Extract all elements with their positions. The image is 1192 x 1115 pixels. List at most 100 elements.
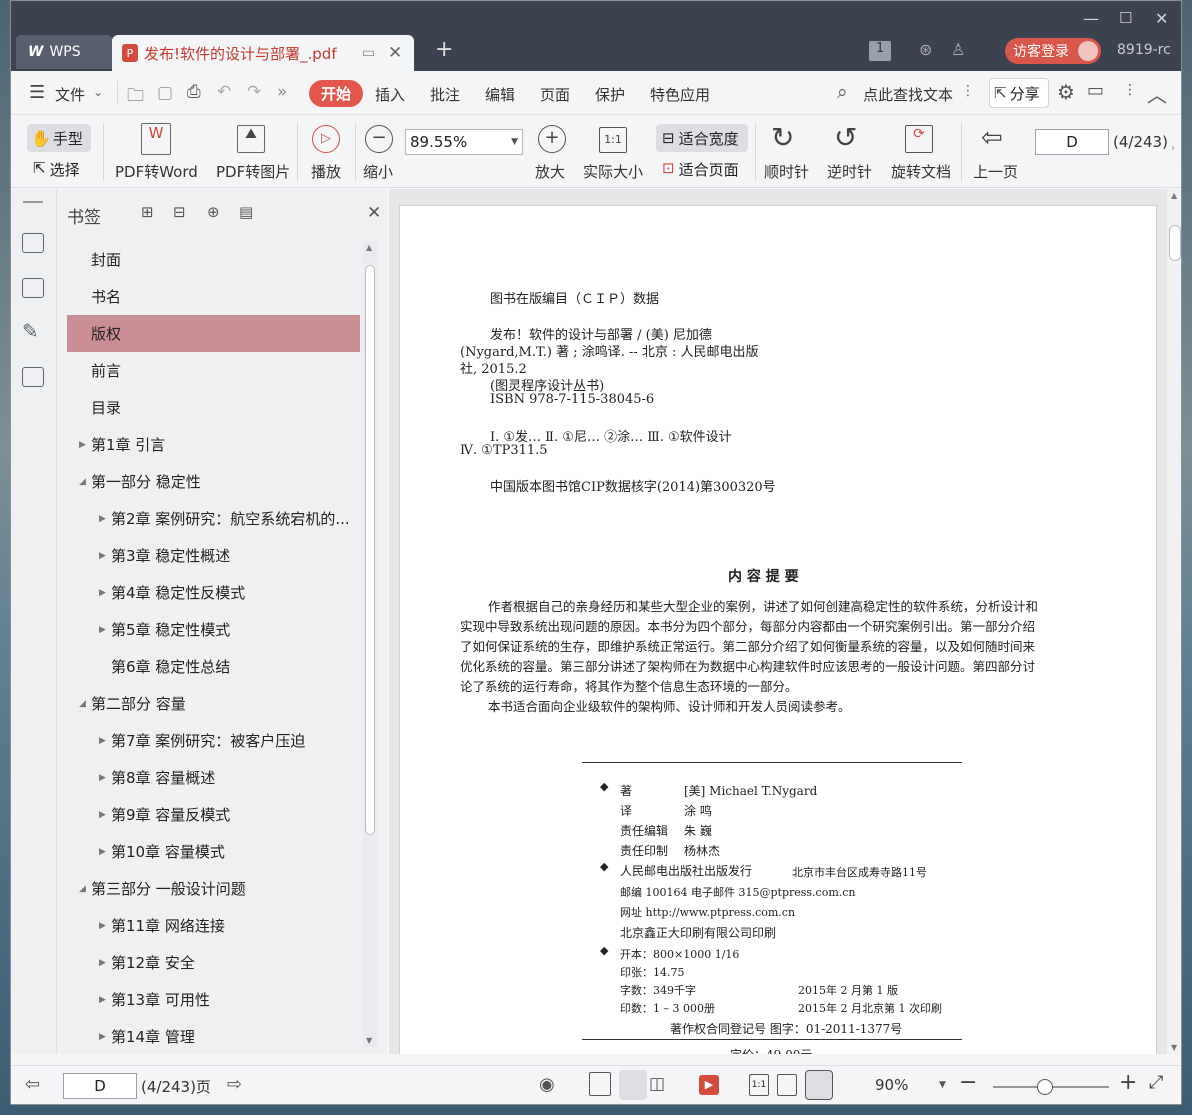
status-next-page-icon[interactable]: ⇨ (227, 1074, 242, 1095)
collapsed-arrow-icon[interactable]: ▶ (99, 847, 111, 857)
zoom-out-icon[interactable]: − (365, 125, 393, 153)
collapsed-arrow-icon[interactable]: ▶ (99, 921, 111, 931)
collapsed-arrow-icon[interactable]: ▶ (99, 551, 111, 561)
bookmark-item[interactable]: 目录 (67, 389, 360, 426)
document-scroll-thumb[interactable] (1169, 225, 1181, 261)
bookmark-item[interactable]: ▶ 第12章 安全 (67, 944, 360, 981)
bookmark-item[interactable]: ▶ 第8章 容量概述 (67, 759, 360, 796)
page-count-badge[interactable]: 1 (869, 41, 891, 61)
more-vertical-icon[interactable]: ⋮ (961, 83, 975, 99)
bookmark-scrollbar[interactable]: ▲ ▼ (363, 241, 377, 1047)
settings-gear-icon[interactable]: ⚙ (1057, 80, 1075, 104)
menu-edit[interactable]: 编辑 (485, 84, 515, 105)
bookmark-item[interactable]: ▶ 第4章 稳定性反模式 (67, 574, 360, 611)
bookmark-item[interactable]: ▶ 第13章 可用性 (67, 981, 360, 1018)
collapsed-arrow-icon[interactable]: ▶ (99, 810, 111, 820)
theme-icon[interactable]: ⊛ (919, 40, 932, 59)
two-page-icon[interactable]: ◫ (649, 1074, 665, 1094)
document-scrollbar[interactable]: ▲ ▼ (1167, 189, 1181, 1054)
status-zoom-in-icon[interactable]: + (1119, 1070, 1137, 1095)
menu-special[interactable]: 特色应用 (650, 84, 710, 105)
menu-start[interactable]: 开始 (309, 80, 364, 107)
play-slideshow-icon[interactable]: ▶ (699, 1075, 719, 1095)
bookmark-item[interactable]: 封面 (67, 241, 360, 278)
new-tab-icon[interactable]: + (435, 37, 453, 62)
pdf-to-word-icon[interactable]: W (141, 123, 171, 155)
outline-icon[interactable] (22, 233, 44, 253)
pdf-to-word-button[interactable]: PDF转Word (115, 161, 198, 182)
bookmark-item[interactable]: ▶ 第3章 稳定性概述 (67, 537, 360, 574)
tab-wps-home[interactable]: W WPS (16, 35, 112, 69)
collapsed-arrow-icon[interactable]: ▶ (99, 625, 111, 635)
zoom-slider[interactable] (993, 1079, 1109, 1095)
expanded-arrow-icon[interactable]: ◢ (79, 699, 91, 709)
bookmark-scroll-thumb[interactable] (365, 265, 375, 835)
minimize-icon[interactable]: — (1083, 9, 1099, 28)
menu-file[interactable]: 文件 (55, 84, 85, 105)
scroll-up-icon[interactable]: ▲ (366, 243, 372, 252)
collapse-ribbon-icon[interactable]: ︿ (1147, 79, 1167, 108)
bookmark-item[interactable]: 前言 (67, 352, 360, 389)
collapsed-arrow-icon[interactable]: ▶ (99, 588, 111, 598)
bookmark-item[interactable]: ◢ 第一部分 稳定性 (67, 463, 360, 500)
actual-size-icon[interactable]: 1:1 (599, 127, 627, 153)
expanded-arrow-icon[interactable]: ◢ (79, 884, 91, 894)
continuous-page-icon[interactable] (619, 1070, 647, 1100)
expanded-arrow-icon[interactable]: ◢ (79, 477, 91, 487)
zoom-slider-knob[interactable] (1037, 1079, 1054, 1095)
bookmark-item[interactable]: ▶ 第2章 案例研究：航空系统宕机的... (67, 500, 360, 537)
bookmark-item[interactable]: ◢ 第三部分 一般设计问题 (67, 870, 360, 907)
collapsed-arrow-icon[interactable]: ▶ (99, 514, 111, 524)
thumbnail-icon[interactable] (22, 278, 44, 298)
pdf-to-image-button[interactable]: PDF转图片 (216, 161, 290, 182)
bookmark-item[interactable]: ▶ 第1章 引言 (67, 426, 360, 463)
rotate-clockwise-icon[interactable]: ↻ (771, 121, 794, 154)
tab-preview-icon[interactable]: ▭ (362, 45, 375, 61)
play-icon[interactable]: ▷ (312, 125, 340, 153)
close-window-icon[interactable]: ✕ (1155, 9, 1168, 28)
status-zoom-out-icon[interactable]: − (959, 1070, 977, 1095)
menu-insert[interactable]: 插入 (375, 84, 405, 105)
share-button[interactable]: ⇱ 分享 (989, 78, 1049, 108)
toolbar-scroll-right-icon[interactable]: › (1171, 143, 1175, 154)
fit-width-button[interactable]: ⊟ 适合宽度 (656, 124, 748, 152)
bookmark-item[interactable]: ▶ 第9章 容量反模式 (67, 796, 360, 833)
bookmark-item[interactable]: 书名 (67, 278, 360, 315)
collapsed-arrow-icon[interactable]: ▶ (79, 440, 91, 450)
tab-close-icon[interactable]: ✕ (388, 43, 402, 63)
fit-width-status-icon[interactable] (805, 1070, 833, 1100)
add-bookmark-icon[interactable]: ⊕ (207, 203, 220, 221)
collapsed-arrow-icon[interactable]: ▶ (99, 736, 111, 746)
collapsed-arrow-icon[interactable]: ▶ (99, 1032, 111, 1042)
rotate-clockwise-button[interactable]: 顺时针 (764, 161, 809, 182)
fullscreen-icon[interactable]: ⤢ (1149, 1072, 1163, 1093)
comment-icon[interactable]: ▭ (1087, 80, 1104, 101)
actual-size-status-icon[interactable]: 1:1 (749, 1074, 769, 1096)
undo-icon[interactable]: ↶ (217, 82, 231, 102)
status-zoom-value[interactable]: 90% (875, 1076, 908, 1094)
previous-page-button[interactable]: 上一页 (973, 161, 1018, 182)
redo-icon[interactable]: ↷ (247, 82, 261, 102)
select-tool-button[interactable]: ⇱ 选择 (33, 159, 80, 180)
actual-size-button[interactable]: 实际大小 (583, 161, 643, 182)
bookmark-item[interactable]: ◢ 第二部分 容量 (67, 685, 360, 722)
collapsed-arrow-icon[interactable]: ▶ (99, 773, 111, 783)
play-button[interactable]: 播放 (311, 161, 341, 182)
signature-icon[interactable] (22, 367, 44, 387)
bookmark-settings-icon[interactable]: ▤ (239, 203, 253, 221)
bookmark-item[interactable]: ▶ 第14章 管理 (67, 1018, 360, 1055)
bookmark-item[interactable]: 第6章 稳定性总结 (67, 648, 360, 685)
zoom-out-button[interactable]: 缩小 (363, 161, 393, 182)
skin-icon[interactable]: ♙ (951, 40, 965, 59)
tab-document[interactable]: P 发布!软件的设计与部署_.pdf ▭ ✕ (112, 35, 414, 71)
eye-protection-icon[interactable]: ◉ (539, 1074, 555, 1095)
rotate-counterclockwise-button[interactable]: 逆时针 (827, 161, 872, 182)
overflow-menu-icon[interactable]: ⋮ (1123, 82, 1137, 98)
login-button[interactable]: 访客登录 (1005, 38, 1101, 64)
page-number-input[interactable]: D (1035, 129, 1109, 155)
bookmark-item[interactable]: 版权 (67, 315, 360, 352)
annotation-icon[interactable]: ✎ (22, 319, 39, 343)
save-icon[interactable]: ▢ (157, 83, 173, 103)
search-icon[interactable]: ⌕ (837, 81, 848, 103)
fit-page-button[interactable]: ⊡ 适合页面 (662, 159, 739, 180)
